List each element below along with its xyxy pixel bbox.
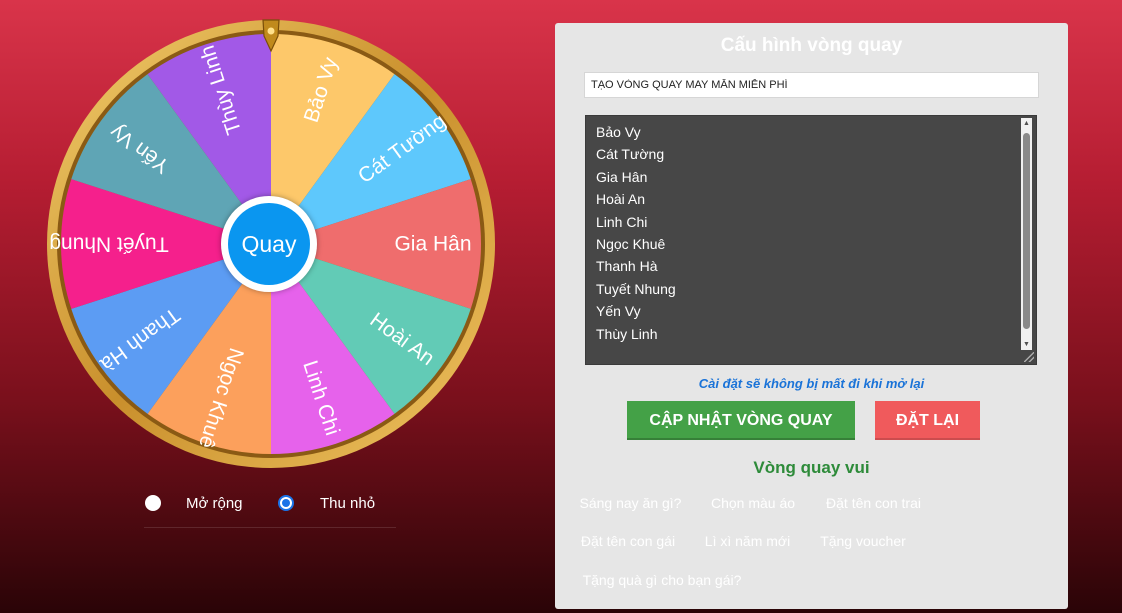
scroll-up-icon[interactable]: ▲ (1021, 118, 1032, 129)
name-line: Gia Hân (596, 168, 648, 185)
expand-label: Mở rộng (186, 495, 243, 512)
name-line: Thùy Linh (596, 325, 658, 342)
name-line: Thanh Hà (596, 258, 658, 275)
chip-li-xi-nam-moi[interactable]: Lì xì năm mới (694, 525, 801, 557)
reset-button[interactable]: ĐẶT LẠI (875, 401, 980, 440)
expand-radio[interactable] (145, 495, 161, 511)
scrollbar-thumb[interactable] (1023, 133, 1030, 329)
update-wheel-button[interactable]: CẬP NHẬT VÒNG QUAY (627, 401, 855, 440)
name-line: Linh Chi (596, 213, 648, 230)
chip-tang-voucher[interactable]: Tặng voucher (807, 525, 919, 557)
scroll-down-icon[interactable]: ▼ (1021, 339, 1032, 350)
name-line: Yến Vy (596, 303, 641, 320)
chip-tang-qua-ban-gai[interactable]: Tặng quà gì cho bạn gái? (569, 564, 755, 596)
name-line: Cát Tường (596, 146, 665, 163)
spin-button-label: Quay (241, 231, 297, 257)
spin-button[interactable]: Quay (221, 196, 317, 292)
fun-wheels-title: Vòng quay vui (753, 458, 870, 477)
collapse-label: Thu nhỏ (320, 495, 376, 512)
divider (144, 527, 396, 528)
persist-note: Cài đặt sẽ không bị mất đi khi mở lại (698, 376, 925, 391)
name-line: Tuyết Nhung (596, 280, 676, 297)
scrollbar[interactable]: ▲ ▼ (1021, 118, 1032, 350)
wheel-size-options: Mở rộng Thu nhỏ (144, 492, 396, 518)
chip-dat-ten-con-gai[interactable]: Đặt tên con gái (569, 525, 687, 557)
collapse-radio[interactable] (278, 495, 294, 511)
name-line: Hoài An (596, 191, 646, 208)
resize-grip-icon[interactable] (1024, 352, 1034, 362)
wheel-segment-label: Tuyết Nhung (49, 233, 168, 256)
panel-title: Cấu hình vòng quay (720, 35, 903, 56)
chip-chon-mau-ao[interactable]: Chọn màu áo (699, 487, 807, 519)
name-line: Ngọc Khuê (596, 236, 666, 253)
config-panel: Cấu hình vòng quay Bảo Vy Cát Tường Gia Hâ… (555, 23, 1068, 609)
wheel-segment-label: Gia Hân (394, 233, 471, 256)
names-textarea[interactable]: Bảo Vy Cát Tường Gia Hân Hoài An Linh Chi Ngọ… (585, 115, 1037, 365)
name-line: Bảo Vy (596, 124, 641, 140)
chip-sang-nay-an-gi[interactable]: Sáng nay ăn gì? (569, 487, 692, 519)
names-list: Bảo Vy Cát Tường Gia Hân Hoài An Linh Chi Ngọ… (596, 121, 676, 345)
spin-wheel[interactable]: Bảo Vy Cát Tường Gia Hân Hoài An Linh Chi Ngọ… (45, 18, 497, 470)
chip-dat-ten-con-trai[interactable]: Đặt tên con trai (813, 487, 934, 519)
wheel-title-input[interactable] (584, 72, 1039, 98)
